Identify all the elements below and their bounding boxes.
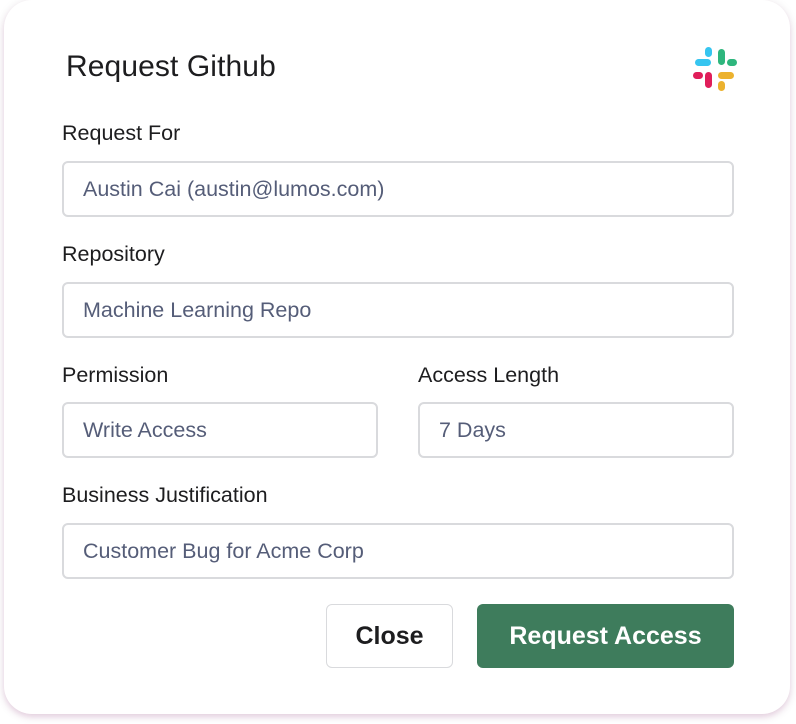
permission-value: Write Access	[83, 417, 207, 442]
repository-label: Repository	[62, 242, 165, 266]
repository-value: Machine Learning Repo	[83, 297, 312, 322]
access-length-label: Access Length	[418, 363, 560, 387]
permission-field[interactable]: Write Access	[62, 402, 378, 458]
access-length-field[interactable]: 7 Days	[418, 402, 734, 458]
request-for-field[interactable]: Austin Cai (austin@lumos.com)	[62, 161, 734, 217]
request-access-button[interactable]: Request Access	[477, 604, 734, 668]
slack-logo-icon	[693, 47, 737, 91]
close-button[interactable]: Close	[326, 604, 453, 668]
request-for-value: Austin Cai (austin@lumos.com)	[83, 176, 385, 201]
business-justification-label: Business Justification	[62, 483, 268, 507]
business-justification-value: Customer Bug for Acme Corp	[83, 538, 364, 563]
dialog-title: Request Github	[66, 50, 276, 83]
repository-field[interactable]: Machine Learning Repo	[62, 282, 734, 338]
permission-label: Permission	[62, 363, 169, 387]
access-length-value: 7 Days	[439, 417, 506, 442]
request-for-label: Request For	[62, 121, 181, 145]
business-justification-field[interactable]: Customer Bug for Acme Corp	[62, 523, 734, 579]
